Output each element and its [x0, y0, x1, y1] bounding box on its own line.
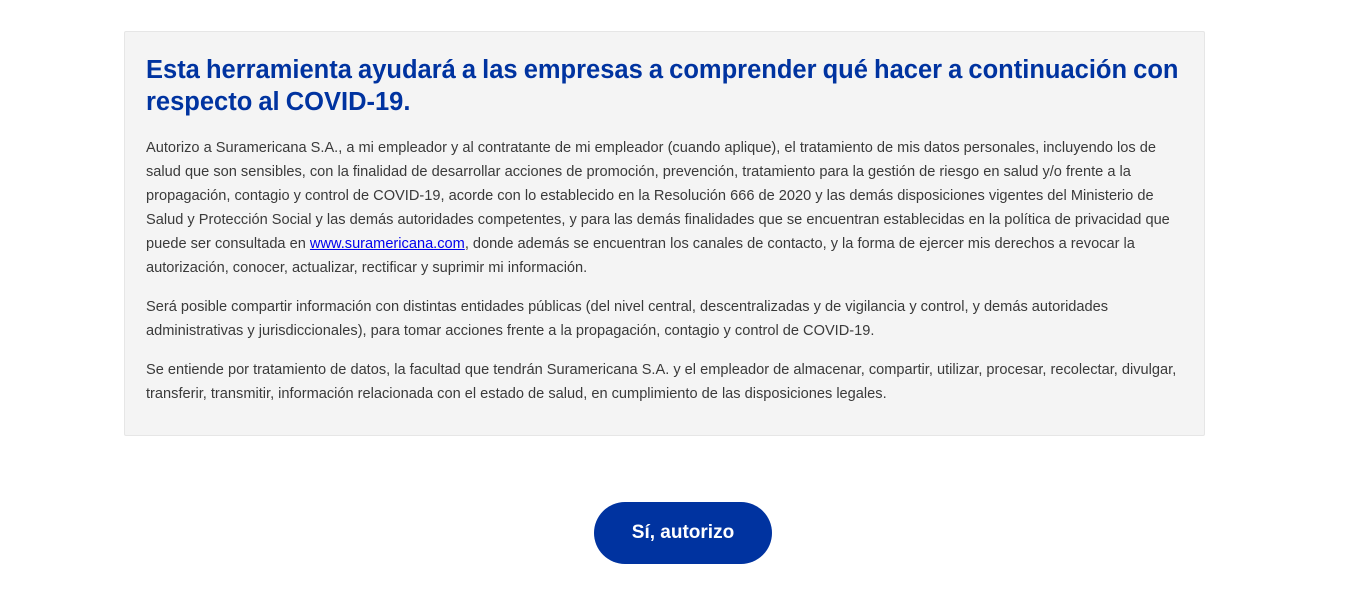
consent-paragraph-definition: Se entiende por tratamiento de datos, la…	[146, 362, 1177, 402]
consent-paragraph-authorization: Autorizo a Suramericana S.A., a mi emple…	[146, 136, 1183, 280]
authorize-button[interactable]: Sí, autorizo	[594, 502, 772, 564]
consent-title: Esta herramienta ayudará a las empresas …	[146, 56, 1179, 116]
consent-paragraph-sharing: Será posible compartir información con d…	[146, 299, 1109, 339]
suramericana-link[interactable]: www.suramericana.com	[310, 236, 465, 252]
consent-card: Esta herramienta ayudará a las empresas …	[124, 31, 1205, 436]
